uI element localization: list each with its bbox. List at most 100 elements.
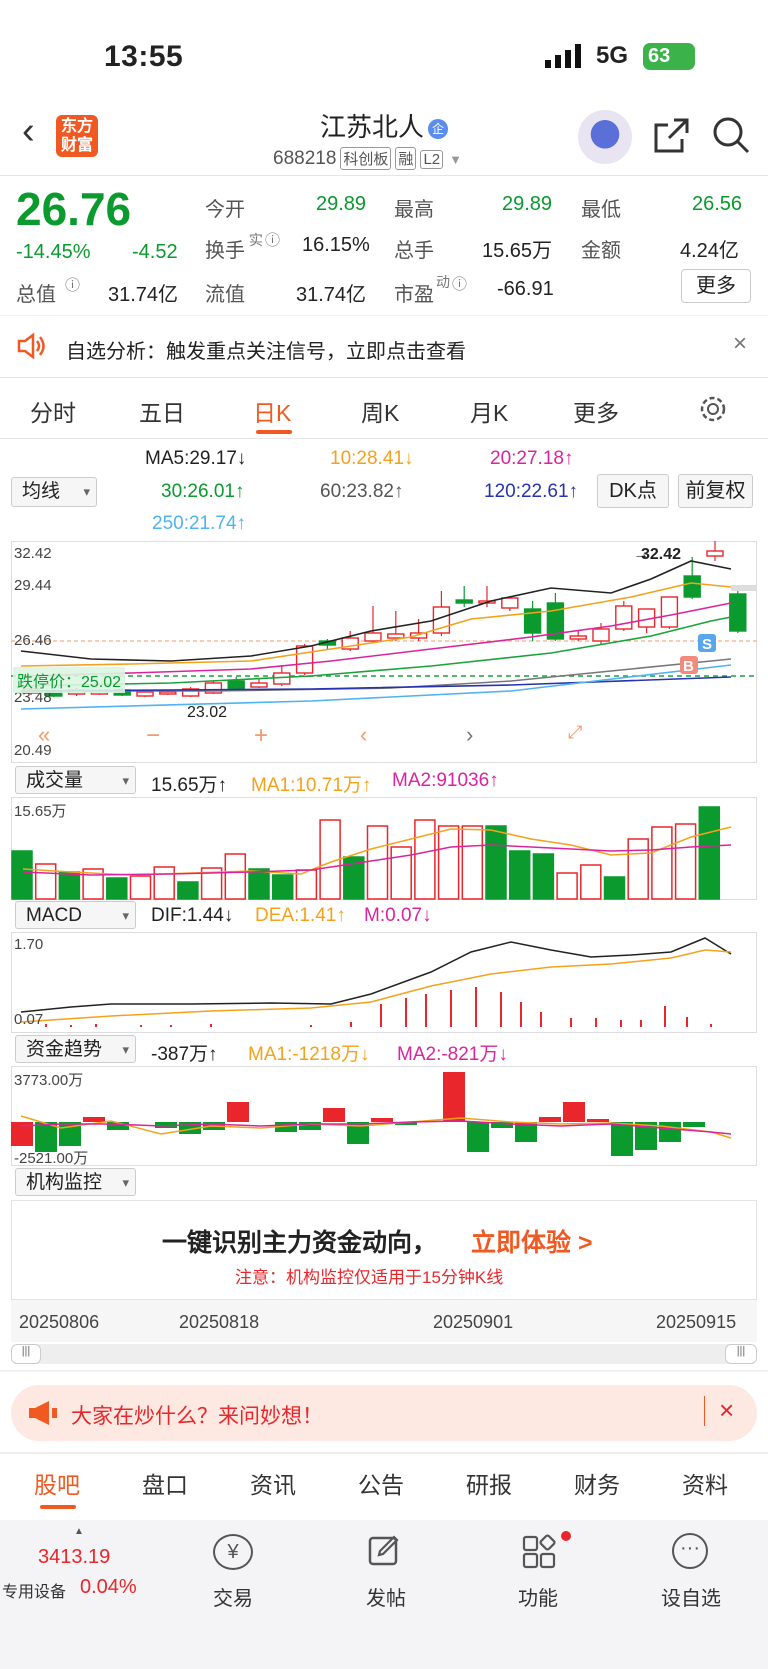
label-low: 最低 — [581, 199, 621, 221]
info-icon[interactable]: ⓘ — [265, 229, 280, 250]
change-amount: -4.52 — [132, 241, 178, 263]
indicator-select-fund-trend[interactable]: 资金趋势 — [15, 1035, 136, 1064]
fund-flow-bar — [443, 1072, 465, 1122]
adjust-price-button[interactable]: 前复权 — [678, 474, 753, 508]
volume-bar — [224, 853, 247, 900]
right-icon[interactable]: › — [466, 722, 473, 748]
trade-button[interactable]: 交易 — [213, 1582, 253, 1611]
indicator-select-volume[interactable]: 成交量 — [15, 766, 136, 795]
indicator-select-ma[interactable]: 均线 — [11, 477, 97, 507]
scrollbar-left-handle[interactable]: ||| — [11, 1344, 41, 1364]
volume-axis-top: 15.65万 — [14, 803, 67, 820]
tab-financials[interactable]: 财务 — [574, 1466, 620, 1500]
rewind-icon[interactable]: « — [38, 722, 50, 748]
assistant-robot-icon[interactable] — [578, 110, 632, 164]
candle-body — [501, 597, 519, 609]
ma5-value: MA5:29.17↓ — [145, 448, 247, 469]
tag-l2: L2 — [420, 150, 444, 169]
volume-bar — [58, 871, 81, 900]
indicator-select-institution[interactable]: 机构监控 — [15, 1168, 136, 1197]
chart-control-row: « − + ‹ › ⤢ — [34, 722, 594, 750]
ask-text: 大家在炒什么？来问妙想！ — [71, 1405, 323, 1428]
chevron-down-icon[interactable]: ▼ — [449, 152, 462, 167]
fund-flow-bar — [299, 1122, 321, 1130]
fund-flow-bar — [683, 1122, 705, 1127]
expand-icon[interactable]: ⤢ — [568, 722, 582, 743]
high-value: 29.89 — [502, 193, 553, 215]
tab-forum[interactable]: 股吧 — [34, 1466, 80, 1500]
volume-bar — [627, 838, 649, 900]
fund-ma1: MA1:-1218万↓ — [248, 1044, 370, 1065]
fund-flow-bar — [563, 1102, 585, 1122]
date-label: 20250806 — [19, 1312, 100, 1332]
date-label: 20250818 — [179, 1312, 260, 1332]
tab-research[interactable]: 研报 — [466, 1466, 512, 1500]
ma10-value: 10:28.41↓ — [330, 448, 414, 469]
candle-body — [136, 691, 154, 697]
tab-five-day[interactable]: 五日 — [139, 394, 185, 428]
dk-point-button[interactable]: DK点 — [597, 474, 669, 508]
tab-more[interactable]: 更多 — [573, 394, 619, 428]
sector-name: 专用设备 — [2, 1584, 67, 1601]
tab-announcements[interactable]: 公告 — [358, 1466, 404, 1500]
promo-cta[interactable]: 立即体验 > — [471, 1223, 593, 1259]
volume-ma2: MA2:91036↑ — [392, 770, 499, 791]
tab-intraday[interactable]: 分时 — [30, 394, 76, 428]
status-bar: 13:55 5G 63 — [0, 0, 768, 105]
volume-bar — [674, 823, 697, 900]
sector-change: 0.04% — [80, 1576, 137, 1598]
trade-icon[interactable]: ¥ — [213, 1534, 253, 1570]
macd-chart — [11, 932, 757, 1033]
ask-banner[interactable]: 大家在炒什么？来问妙想！ × — [11, 1385, 757, 1441]
range-scrollbar[interactable]: ||| ||| — [11, 1344, 757, 1364]
search-icon[interactable] — [712, 116, 750, 154]
y-label: 29.44 — [14, 577, 52, 594]
tab-weekly-k[interactable]: 周K — [361, 394, 399, 428]
tab-profile[interactable]: 资料 — [682, 1466, 728, 1500]
limit-down-label: 跌停价：25.02 — [13, 667, 126, 693]
last-price: 26.76 — [16, 183, 132, 235]
functions-grid-icon[interactable] — [522, 1533, 558, 1569]
close-icon[interactable]: × — [733, 330, 747, 358]
post-button[interactable]: 发帖 — [366, 1582, 406, 1611]
candle-body — [729, 593, 747, 632]
fund-axis-bottom: -2521.00万 — [14, 1150, 89, 1167]
zoom-in-icon[interactable]: + — [254, 722, 268, 750]
close-icon[interactable]: × — [719, 1395, 734, 1426]
stock-code-row: 688218 科创板融 L2 ▼ — [273, 147, 462, 170]
functions-button[interactable]: 功能 — [518, 1582, 558, 1611]
volume-bar — [461, 825, 484, 900]
signal-icon — [545, 44, 581, 68]
tab-market-depth[interactable]: 盘口 — [142, 1466, 188, 1500]
watch-analysis-notice[interactable]: 自选分析：触发重点关注信号，立即点击查看 × — [0, 316, 768, 378]
volume-bar — [603, 876, 626, 900]
info-icon[interactable]: ⓘ — [452, 273, 467, 294]
left-icon[interactable]: ‹ — [360, 722, 367, 748]
stock-code: 688218 — [273, 148, 337, 169]
fund-flow-bar — [467, 1122, 489, 1152]
scrollbar-right-handle[interactable]: ||| — [725, 1344, 757, 1364]
share-icon[interactable] — [652, 117, 690, 155]
tab-daily-k[interactable]: 日K — [253, 394, 291, 428]
indicator-select-macd[interactable]: MACD — [15, 901, 136, 930]
more-button[interactable]: 更多 — [681, 269, 751, 303]
up-arrow-icon: ▲ — [74, 1526, 84, 1537]
index-value[interactable]: 3413.19 — [38, 1546, 110, 1569]
add-watchlist-icon[interactable]: ··· — [672, 1533, 708, 1569]
institution-promo[interactable]: 一键识别主力资金动向， 立即体验 > 注意：机构监控仅适用于15分钟K线 — [11, 1200, 757, 1300]
settings-gear-icon[interactable] — [698, 394, 728, 424]
macd-dif: DIF:1.44↓ — [151, 905, 234, 926]
candle-body — [615, 605, 633, 630]
label-pe: 市盈 — [394, 284, 434, 306]
info-icon[interactable]: ⓘ — [65, 274, 80, 295]
zoom-out-icon[interactable]: − — [146, 722, 160, 750]
tab-monthly-k[interactable]: 月K — [470, 394, 508, 428]
tab-news[interactable]: 资讯 — [250, 1466, 296, 1500]
volume-bar — [532, 853, 555, 900]
date-axis: 20250806 20250818 20250901 20250915 — [11, 1300, 757, 1342]
volume-bar — [106, 877, 128, 900]
clock: 13:55 — [104, 40, 184, 73]
post-edit-icon[interactable] — [367, 1533, 403, 1569]
add-watchlist-button[interactable]: 设自选 — [661, 1582, 721, 1611]
volume-bar — [580, 864, 602, 900]
